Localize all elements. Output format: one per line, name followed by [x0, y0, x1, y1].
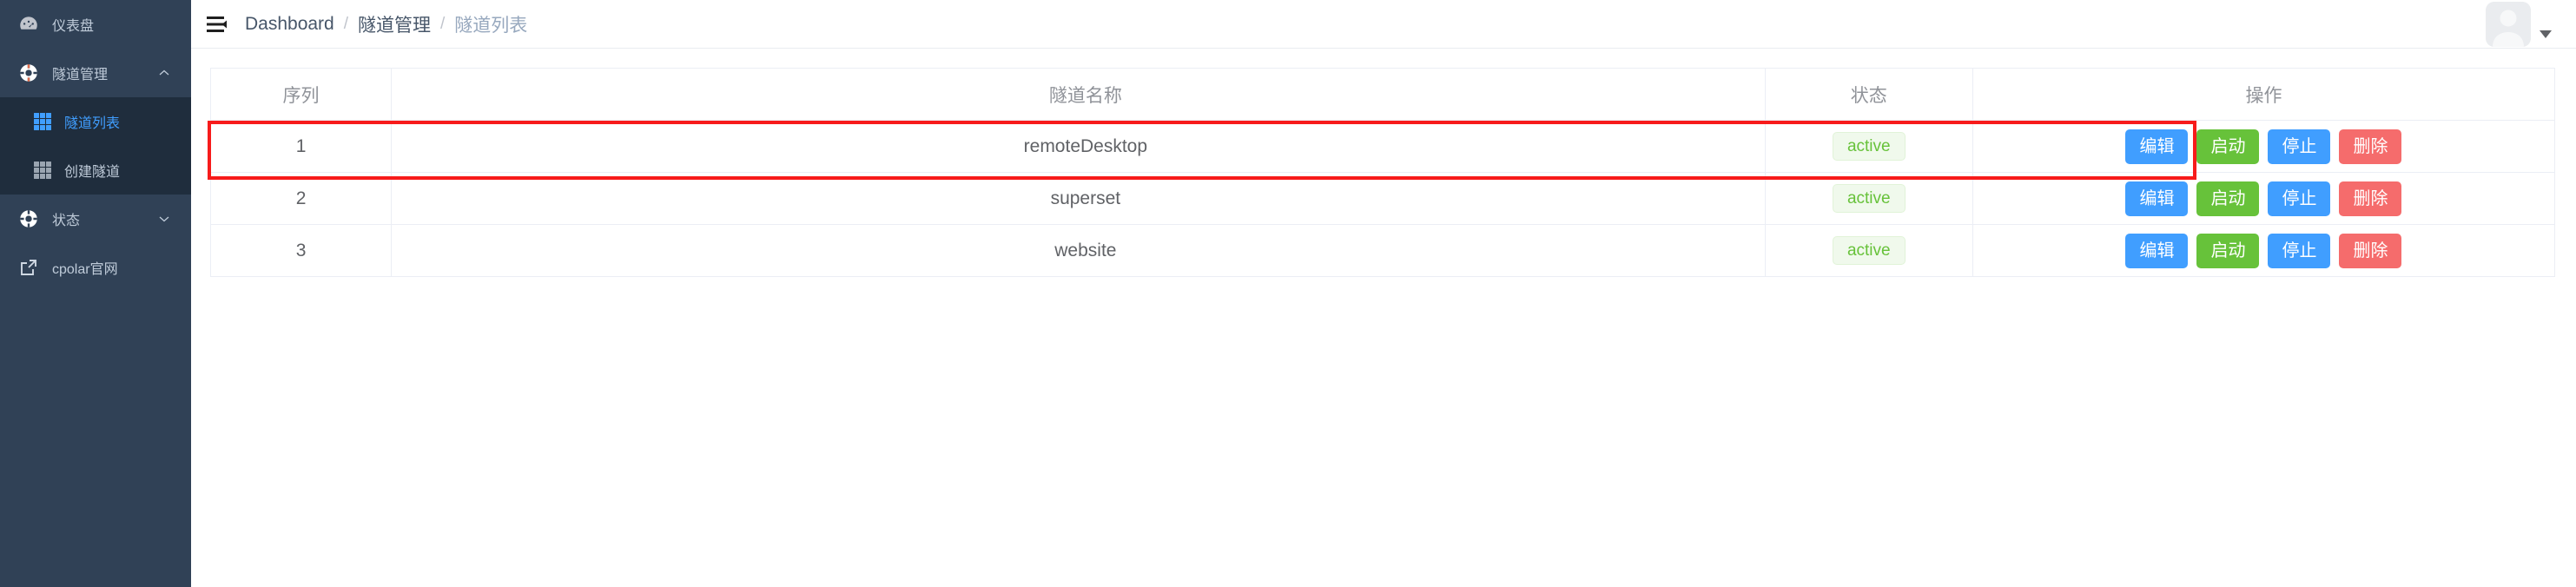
- cell-seq: 2: [210, 172, 393, 225]
- breadcrumb-separator: /: [440, 14, 446, 33]
- delete-button[interactable]: 删除: [2339, 233, 2402, 268]
- grid-icon: [33, 161, 52, 180]
- status-badge: active: [1832, 131, 1906, 162]
- breadcrumb-item-dashboard[interactable]: Dashboard: [245, 14, 334, 35]
- cell-seq: 1: [210, 120, 393, 173]
- sidebar: 仪表盘 隧道管理 隧道列表 创建隧道 状态 cpolar官网: [0, 0, 191, 587]
- breadcrumb: Dashboard / 隧道管理 / 隧道列表: [245, 11, 527, 37]
- cell-state: active: [1765, 224, 1973, 277]
- cell-ops: 编辑 启动 停止 删除: [1972, 172, 2555, 225]
- sidebar-item-label: cpolar官网: [52, 262, 118, 277]
- table-row[interactable]: 3 website active 编辑 启动 停止 删除: [210, 224, 2555, 277]
- hamburger-collapse-icon[interactable]: [205, 11, 231, 37]
- app-root: 仪表盘 隧道管理 隧道列表 创建隧道 状态 cpolar官网 Dashboard…: [0, 0, 2576, 587]
- column-header-ops: 操作: [1972, 68, 2555, 121]
- status-badge: active: [1832, 235, 1906, 266]
- start-button[interactable]: 启动: [2196, 233, 2260, 268]
- cell-name: superset: [391, 172, 1766, 225]
- breadcrumb-separator: /: [343, 14, 349, 33]
- breadcrumb-item-tunnel-management[interactable]: 隧道管理: [358, 11, 431, 37]
- sidebar-item-tunnel-management[interactable]: 隧道管理: [0, 49, 191, 97]
- main-area: Dashboard / 隧道管理 / 隧道列表 序列 隧道名称 状态 操作 1 …: [191, 0, 2576, 587]
- sidebar-item-dashboard[interactable]: 仪表盘: [0, 0, 191, 49]
- avatar: [2486, 2, 2531, 47]
- column-header-name: 隧道名称: [391, 68, 1766, 121]
- sidebar-item-label: 创建隧道: [64, 165, 121, 180]
- grid-icon: [33, 112, 52, 131]
- cell-name: website: [391, 224, 1766, 277]
- sidebar-item-status[interactable]: 状态: [0, 195, 191, 243]
- sidebar-item-tunnel-list[interactable]: 隧道列表: [0, 97, 191, 146]
- row-actions: 编辑 启动 停止 删除: [1974, 233, 2553, 268]
- tunnel-table: 序列 隧道名称 状态 操作 1 remoteDesktop active 编辑 …: [210, 68, 2555, 277]
- caret-down-icon: [2540, 30, 2552, 38]
- table-head: 序列 隧道名称 状态 操作: [210, 68, 2555, 121]
- sidebar-item-label: 仪表盘: [52, 19, 95, 34]
- stop-button[interactable]: 停止: [2268, 129, 2331, 164]
- stop-button[interactable]: 停止: [2268, 181, 2331, 216]
- table-row[interactable]: 2 superset active 编辑 启动 停止 删除: [210, 172, 2555, 225]
- sidebar-item-label: 隧道列表: [64, 116, 121, 131]
- cell-ops: 编辑 启动 停止 删除: [1972, 224, 2555, 277]
- delete-button[interactable]: 删除: [2339, 129, 2402, 164]
- status-badge: active: [1832, 183, 1906, 214]
- stop-button[interactable]: 停止: [2268, 233, 2331, 268]
- table-body: 1 remoteDesktop active 编辑 启动 停止 删除 2 sup…: [210, 120, 2555, 277]
- cell-name: remoteDesktop: [391, 120, 1766, 173]
- cell-ops: 编辑 启动 停止 删除: [1972, 120, 2555, 173]
- row-actions: 编辑 启动 停止 删除: [1974, 129, 2553, 164]
- tunnel-icon: [17, 62, 40, 84]
- start-button[interactable]: 启动: [2196, 129, 2260, 164]
- sidebar-item-label: 隧道管理: [52, 68, 109, 82]
- breadcrumb-item-tunnel-list: 隧道列表: [454, 15, 528, 36]
- cell-state: active: [1765, 172, 1973, 225]
- edit-button[interactable]: 编辑: [2125, 233, 2189, 268]
- column-header-seq: 序列: [210, 68, 393, 121]
- start-button[interactable]: 启动: [2196, 181, 2260, 216]
- status-icon: [17, 208, 40, 230]
- top-navbar: Dashboard / 隧道管理 / 隧道列表: [191, 0, 2576, 49]
- table-header-row: 序列 隧道名称 状态 操作: [210, 68, 2555, 121]
- chevron-down-icon: [158, 213, 170, 225]
- chevron-up-icon: [158, 67, 170, 79]
- edit-button[interactable]: 编辑: [2125, 181, 2189, 216]
- row-actions: 编辑 启动 停止 删除: [1974, 181, 2553, 216]
- sidebar-item-label: 状态: [52, 214, 81, 228]
- external-link-icon: [17, 256, 40, 279]
- edit-button[interactable]: 编辑: [2125, 129, 2189, 164]
- table-row[interactable]: 1 remoteDesktop active 编辑 启动 停止 删除: [210, 120, 2555, 173]
- content-area: 序列 隧道名称 状态 操作 1 remoteDesktop active 编辑 …: [191, 49, 2576, 587]
- cell-seq: 3: [210, 224, 393, 277]
- sidebar-item-create-tunnel[interactable]: 创建隧道: [0, 146, 191, 195]
- column-header-state: 状态: [1765, 68, 1973, 121]
- cell-state: active: [1765, 120, 1973, 173]
- user-menu[interactable]: [2486, 0, 2552, 49]
- dashboard-icon: [17, 13, 40, 36]
- delete-button[interactable]: 删除: [2339, 181, 2402, 216]
- sidebar-submenu-tunnel: 隧道列表 创建隧道: [0, 97, 191, 195]
- sidebar-item-cpolar-website[interactable]: cpolar官网: [0, 243, 191, 292]
